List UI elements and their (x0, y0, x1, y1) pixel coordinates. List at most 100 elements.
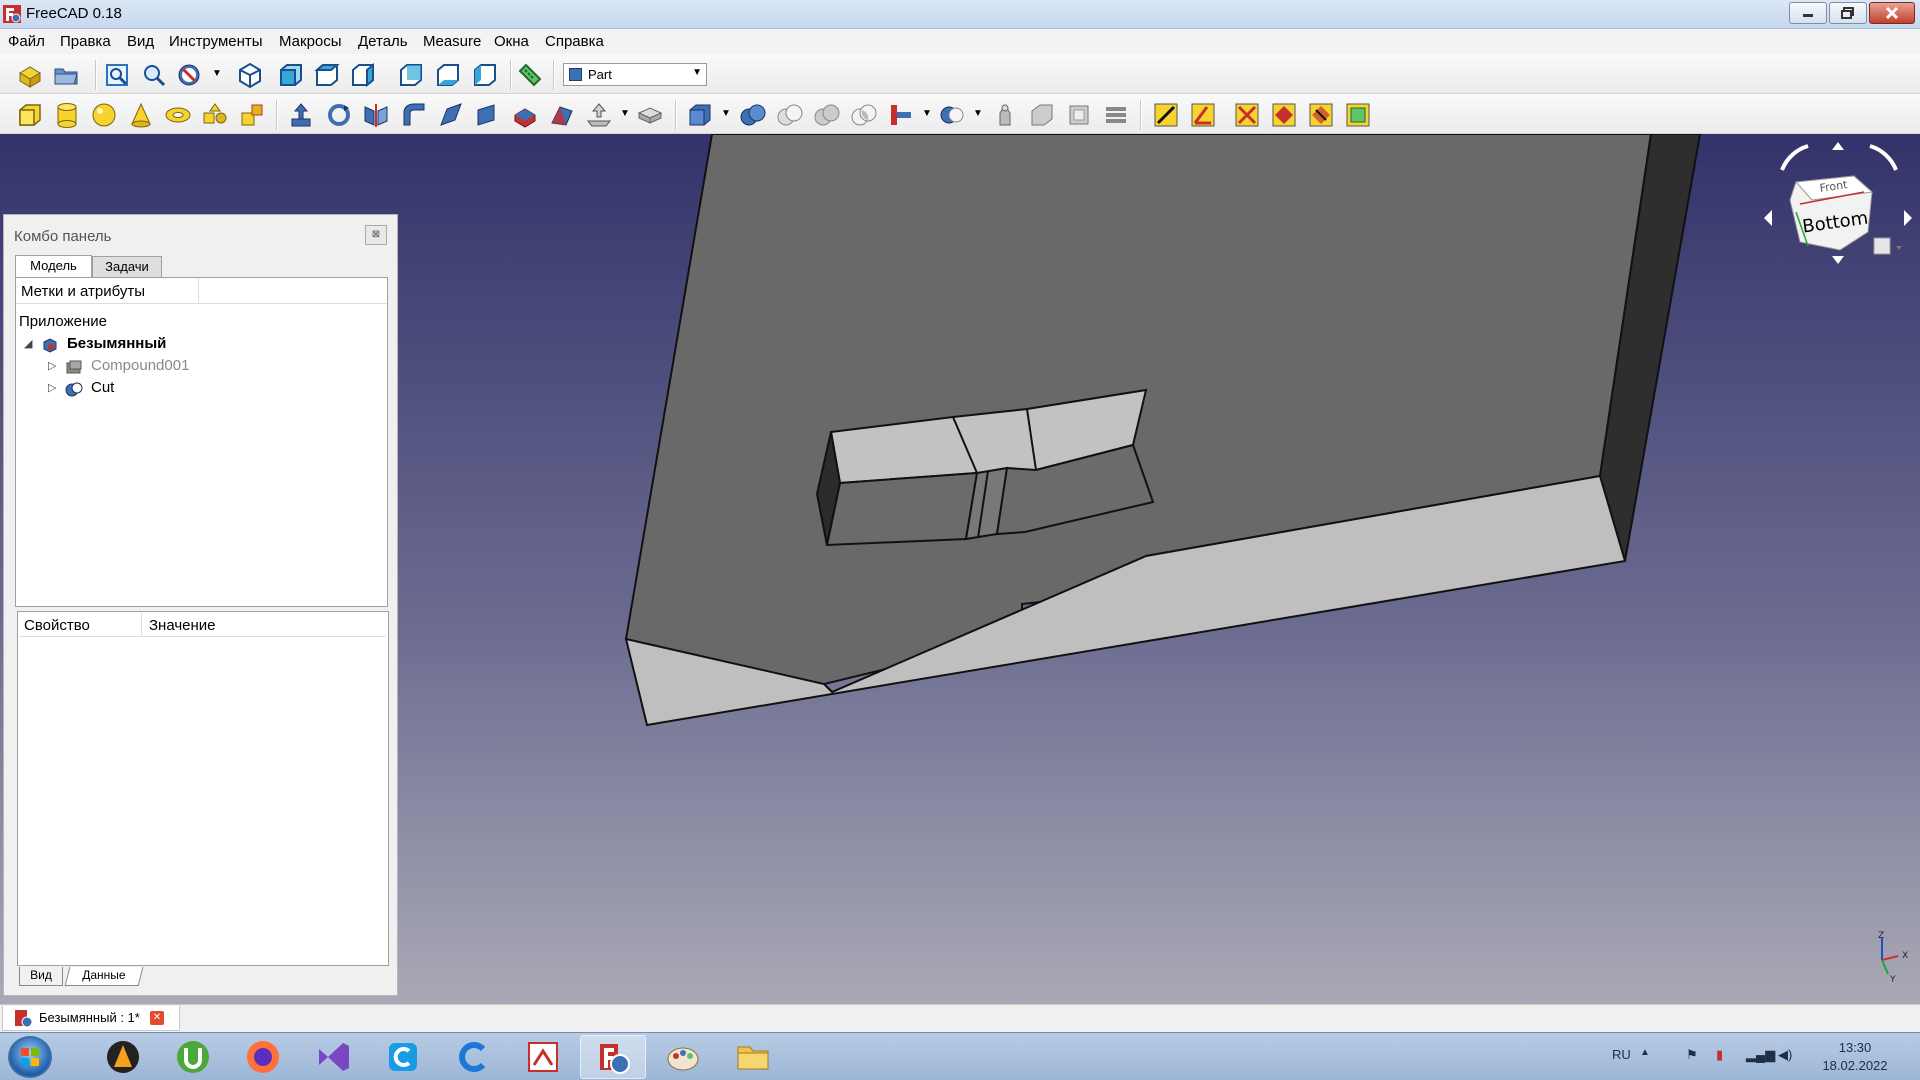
minimize-button[interactable] (1789, 2, 1827, 24)
chevron-down-icon[interactable]: ▼ (212, 68, 222, 79)
panel-close-button[interactable]: ⊠ (365, 225, 387, 245)
menu-view[interactable]: Вид (127, 33, 154, 50)
measure-angular-icon[interactable] (1189, 101, 1217, 129)
battery-icon[interactable]: ▮ (1716, 1047, 1723, 1063)
primitives-icon[interactable] (201, 101, 229, 129)
language-indicator[interactable]: RU (1612, 1047, 1631, 1062)
view-left-icon[interactable] (471, 61, 499, 89)
flag-icon[interactable]: ⚑ (1686, 1047, 1698, 1063)
measure-toggle-3d-icon[interactable] (1307, 101, 1335, 129)
compound-tools-icon[interactable] (686, 101, 714, 129)
close-tab-icon[interactable]: ✕ (150, 1011, 164, 1025)
clock[interactable]: 13:30 18.02.2022 (1815, 1039, 1895, 1075)
property-column: Свойство (24, 617, 90, 634)
tab-model[interactable]: Модель (15, 255, 92, 277)
taskbar-utorrent[interactable] (160, 1035, 226, 1079)
measure-clear-icon[interactable] (1270, 101, 1298, 129)
axis-z-label: Z (1878, 931, 1884, 941)
open-folder-icon[interactable] (52, 61, 80, 89)
network-icon[interactable]: ▂▄▆ (1746, 1047, 1775, 1063)
cone-icon[interactable] (127, 101, 155, 129)
split-tools-icon[interactable] (938, 101, 966, 129)
taskbar-paint[interactable] (650, 1035, 716, 1079)
taskbar-app-c1[interactable] (370, 1035, 436, 1079)
menu-help[interactable]: Справка (545, 33, 604, 50)
chevron-down-icon[interactable]: ▼ (620, 108, 630, 119)
fit-selection-icon[interactable] (140, 61, 168, 89)
fit-all-icon[interactable] (103, 61, 131, 89)
cylinder-icon[interactable] (53, 101, 81, 129)
taskbar-explorer[interactable] (720, 1035, 786, 1079)
check-geometry-icon[interactable] (991, 101, 1019, 129)
tab-data[interactable]: Данные (64, 967, 144, 986)
tree-root-application[interactable]: Приложение (19, 313, 107, 330)
sweep-icon[interactable] (585, 101, 613, 129)
maximize-button[interactable] (1829, 2, 1867, 24)
close-button[interactable] (1869, 2, 1915, 24)
view-right-icon[interactable] (349, 61, 377, 89)
chevron-down-icon[interactable]: ▼ (922, 108, 932, 119)
common-icon[interactable] (850, 101, 878, 129)
cut-icon[interactable] (776, 101, 804, 129)
ruled-surface-icon[interactable] (511, 101, 539, 129)
menu-macros[interactable]: Макросы (279, 33, 342, 50)
boolean-icon[interactable] (739, 101, 767, 129)
torus-icon[interactable] (164, 101, 192, 129)
box-icon[interactable] (16, 101, 44, 129)
menu-tools[interactable]: Инструменты (169, 33, 263, 50)
new-document-icon[interactable] (16, 61, 44, 89)
defeaturing-icon[interactable] (1028, 101, 1056, 129)
taskbar-aimp[interactable] (90, 1035, 156, 1079)
cross-sections-icon[interactable] (1102, 101, 1130, 129)
start-button[interactable] (8, 1036, 52, 1078)
property-view[interactable]: Свойство Значение (17, 611, 389, 966)
fuse-icon[interactable] (813, 101, 841, 129)
menu-part[interactable]: Деталь (358, 33, 408, 50)
chevron-down-icon[interactable]: ▼ (973, 108, 983, 119)
measure-toggle-delta-icon[interactable] (1344, 101, 1372, 129)
tab-tasks[interactable]: Задачи (92, 256, 162, 278)
taskbar-freecad[interactable] (580, 1035, 646, 1079)
draw-style-icon[interactable] (176, 61, 204, 89)
view-bottom-icon[interactable] (434, 61, 462, 89)
taskbar-app-c2[interactable] (440, 1035, 506, 1079)
thickness-icon[interactable] (636, 101, 664, 129)
taskbar-visual-studio[interactable] (300, 1035, 366, 1079)
expand-arrow-icon[interactable]: ▷ (48, 359, 56, 372)
view-toolbar: ▼ Part ▼ (0, 54, 1920, 94)
join-features-icon[interactable] (887, 101, 915, 129)
menu-windows[interactable]: Окна (494, 33, 529, 50)
menu-measure[interactable]: Measure (423, 33, 481, 50)
revolve-icon[interactable] (325, 101, 353, 129)
chamfer-icon[interactable] (437, 101, 465, 129)
sphere-icon[interactable] (90, 101, 118, 129)
make-face-icon[interactable] (474, 101, 502, 129)
shape-builder-icon[interactable] (238, 101, 266, 129)
collapse-arrow-icon[interactable]: ◢ (24, 337, 32, 350)
extrude-icon[interactable] (287, 101, 315, 129)
tab-view[interactable]: Вид (19, 967, 63, 986)
taskbar-app-red[interactable] (510, 1035, 576, 1079)
volume-icon[interactable]: ◀) (1778, 1047, 1792, 1063)
document-tab[interactable]: Безымянный : 1* ✕ (2, 1006, 180, 1031)
measure-distance-icon[interactable] (516, 61, 544, 89)
measure-refresh-icon[interactable] (1233, 101, 1261, 129)
section-icon[interactable] (1065, 101, 1093, 129)
tray-expand-icon[interactable]: ▲ (1640, 1047, 1650, 1058)
mirror-icon[interactable] (362, 101, 390, 129)
chevron-down-icon[interactable]: ▼ (721, 108, 731, 119)
menu-file[interactable]: Файл (8, 33, 45, 50)
view-top-icon[interactable] (313, 61, 341, 89)
expand-arrow-icon[interactable]: ▷ (48, 381, 56, 394)
taskbar-firefox[interactable] (230, 1035, 296, 1079)
navigation-cube[interactable]: Front Bottom (1756, 134, 1920, 274)
measure-linear-icon[interactable] (1152, 101, 1180, 129)
fillet-icon[interactable] (400, 101, 428, 129)
workbench-selector[interactable]: Part ▼ (563, 63, 707, 86)
model-tree[interactable]: Метки и атрибуты Приложение ◢ Безымянный… (15, 277, 388, 607)
loft-icon[interactable] (548, 101, 576, 129)
view-front-icon[interactable] (277, 61, 305, 89)
view-rear-icon[interactable] (397, 61, 425, 89)
menu-edit[interactable]: Правка (60, 33, 111, 50)
view-isometric-icon[interactable] (236, 61, 264, 89)
